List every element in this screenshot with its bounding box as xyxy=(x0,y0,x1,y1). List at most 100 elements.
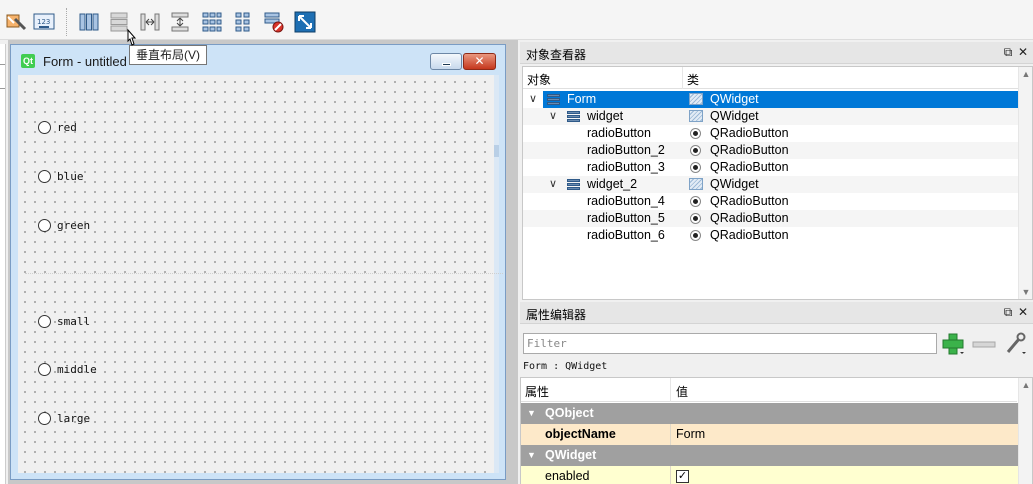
radio-circle-icon xyxy=(38,314,51,328)
toolbar: 123 xyxy=(0,0,1033,40)
tree-row-Form[interactable]: ∨ Form QWidget xyxy=(523,91,1019,108)
toolbar-separator xyxy=(66,8,68,36)
object-name: radioButton_5 xyxy=(587,211,665,225)
group-qobject[interactable]: ▼ QObject xyxy=(521,403,1019,424)
vertical-layout-icon xyxy=(547,94,560,105)
object-class: QRadioButton xyxy=(710,211,789,225)
column-object[interactable]: 对象 xyxy=(527,71,551,88)
expand-chevron-icon[interactable]: ∨ xyxy=(549,108,557,125)
property-table-header: 属性 值 xyxy=(521,378,1017,402)
group-label: QWidget xyxy=(545,448,597,462)
expand-chevron-icon[interactable]: ∨ xyxy=(549,176,557,193)
enabled-checkbox[interactable]: ✓ xyxy=(676,470,689,483)
remove-dynamic-property-button[interactable] xyxy=(971,332,997,356)
layout-horizontal-splitter-icon[interactable] xyxy=(138,10,162,34)
layout-horizontal-icon[interactable] xyxy=(77,10,101,34)
column-class[interactable]: 类 xyxy=(687,71,699,88)
qt-designer-window: 123 Qt Form - untitled ✕ red blue green … xyxy=(0,0,1033,484)
form-resize-edge[interactable] xyxy=(494,75,499,473)
form-window[interactable]: Qt Form - untitled ✕ red blue green smal… xyxy=(10,44,506,480)
radio-middle[interactable]: middle xyxy=(38,362,97,376)
tree-row-radioButton_5[interactable]: radioButton_5 QRadioButton xyxy=(523,210,1019,227)
add-dynamic-property-button[interactable] xyxy=(940,332,966,356)
object-class: QWidget xyxy=(710,177,759,191)
property-table[interactable]: 属性 值 ▼ QObject objectName Form ▼ QWidget… xyxy=(520,377,1033,484)
property-name: objectName xyxy=(545,427,616,441)
property-value[interactable]: Form xyxy=(676,424,705,445)
tree-row-widget_2[interactable]: ∨ widget_2 QWidget xyxy=(523,176,1019,193)
radio-label: blue xyxy=(57,169,84,183)
property-name: enabled xyxy=(545,469,590,483)
radio-button-class-icon xyxy=(689,144,703,157)
edit-tab-order-icon[interactable] xyxy=(4,10,28,34)
collapse-icon[interactable]: ▼ xyxy=(527,403,536,424)
break-layout-icon[interactable] xyxy=(262,10,286,34)
tree-row-widget[interactable]: ∨ widget QWidget xyxy=(523,108,1019,125)
object-inspector-dock: 对象查看器 ⧉ ✕ 对象 类 ∨ Form QWidget ∨ widget QWidge… xyxy=(520,42,1033,300)
expand-chevron-icon[interactable]: ∨ xyxy=(529,91,537,108)
group-qwidget[interactable]: ▼ QWidget xyxy=(521,445,1019,466)
layout-form-icon[interactable] xyxy=(200,10,224,34)
adjust-size-icon[interactable] xyxy=(293,10,317,34)
object-inspector-header: 对象查看器 ⧉ ✕ xyxy=(520,42,1033,64)
radio-button-class-icon xyxy=(689,212,703,225)
object-class: QRadioButton xyxy=(710,126,789,140)
column-value[interactable]: 值 xyxy=(676,383,688,400)
layout-boundary xyxy=(25,273,503,274)
object-tree-header: 对象 类 xyxy=(523,67,1019,89)
radio-small[interactable]: small xyxy=(38,314,90,328)
layout-vertical-splitter-icon[interactable] xyxy=(168,10,192,34)
form-title-bar[interactable]: Qt Form - untitled ✕ xyxy=(11,45,505,75)
close-button[interactable]: ✕ xyxy=(463,53,496,70)
radio-circle-icon xyxy=(38,218,51,232)
edit-buddies-icon[interactable]: 123 xyxy=(32,10,56,34)
left-widget-box-edge xyxy=(0,44,6,484)
property-table-scrollbar[interactable]: ▲ xyxy=(1018,378,1032,484)
selection-highlight xyxy=(543,91,1019,108)
property-row-objectname[interactable]: objectName Form xyxy=(521,424,1019,445)
mouse-cursor-icon xyxy=(127,28,137,46)
object-class: QRadioButton xyxy=(710,228,789,242)
radio-blue[interactable]: blue xyxy=(38,169,84,183)
radio-green[interactable]: green xyxy=(38,218,90,232)
object-tree[interactable]: 对象 类 ∨ Form QWidget ∨ widget QWidget radioButt… xyxy=(522,66,1033,300)
minus-icon xyxy=(972,341,996,348)
tree-row-radioButton[interactable]: radioButton QRadioButton xyxy=(523,125,1019,142)
object-name: radioButton_3 xyxy=(587,160,665,174)
radio-large[interactable]: large xyxy=(38,411,90,425)
widget-class-icon xyxy=(689,93,703,106)
radio-button-class-icon xyxy=(689,127,703,140)
radio-label: red xyxy=(57,120,77,134)
current-object-label: Form : QWidget xyxy=(523,361,608,372)
float-icon[interactable]: ⧉ xyxy=(1001,305,1015,319)
svg-text:123: 123 xyxy=(37,18,50,26)
radio-circle-icon xyxy=(38,120,51,134)
close-icon[interactable]: ✕ xyxy=(1016,305,1030,319)
collapse-icon[interactable]: ▼ xyxy=(527,445,536,466)
radio-red[interactable]: red xyxy=(38,120,77,134)
resize-knob xyxy=(494,145,499,157)
layout-grid-icon[interactable] xyxy=(231,10,255,34)
scroll-up-icon[interactable]: ▲ xyxy=(1019,380,1033,390)
property-row-enabled[interactable]: enabled ✓ xyxy=(521,466,1019,484)
plus-icon xyxy=(942,333,964,355)
tree-row-radioButton_2[interactable]: radioButton_2 QRadioButton xyxy=(523,142,1019,159)
configure-button[interactable] xyxy=(1002,332,1028,356)
tree-row-radioButton_6[interactable]: radioButton_6 QRadioButton xyxy=(523,227,1019,244)
property-editor-dock: 属性编辑器 ⧉ ✕ Filter Form : QWidget 属性 值 ▼ Q… xyxy=(520,302,1033,484)
close-icon[interactable]: ✕ xyxy=(1016,45,1030,59)
scroll-down-icon[interactable]: ▼ xyxy=(1019,287,1033,297)
vertical-layout-icon xyxy=(567,111,580,122)
tree-row-radioButton_3[interactable]: radioButton_3 QRadioButton xyxy=(523,159,1019,176)
minimize-button[interactable] xyxy=(430,53,462,70)
float-icon[interactable]: ⧉ xyxy=(1001,45,1015,59)
filter-input[interactable]: Filter xyxy=(523,333,937,354)
tree-row-radioButton_4[interactable]: radioButton_4 QRadioButton xyxy=(523,193,1019,210)
radio-label: middle xyxy=(57,362,97,376)
form-title: Form - untitled xyxy=(43,54,127,69)
radio-button-class-icon xyxy=(689,161,703,174)
column-property[interactable]: 属性 xyxy=(525,383,549,400)
object-name: Form xyxy=(567,92,597,106)
scroll-up-icon[interactable]: ▲ xyxy=(1019,69,1033,79)
object-tree-scrollbar[interactable]: ▲ ▼ xyxy=(1018,67,1032,299)
